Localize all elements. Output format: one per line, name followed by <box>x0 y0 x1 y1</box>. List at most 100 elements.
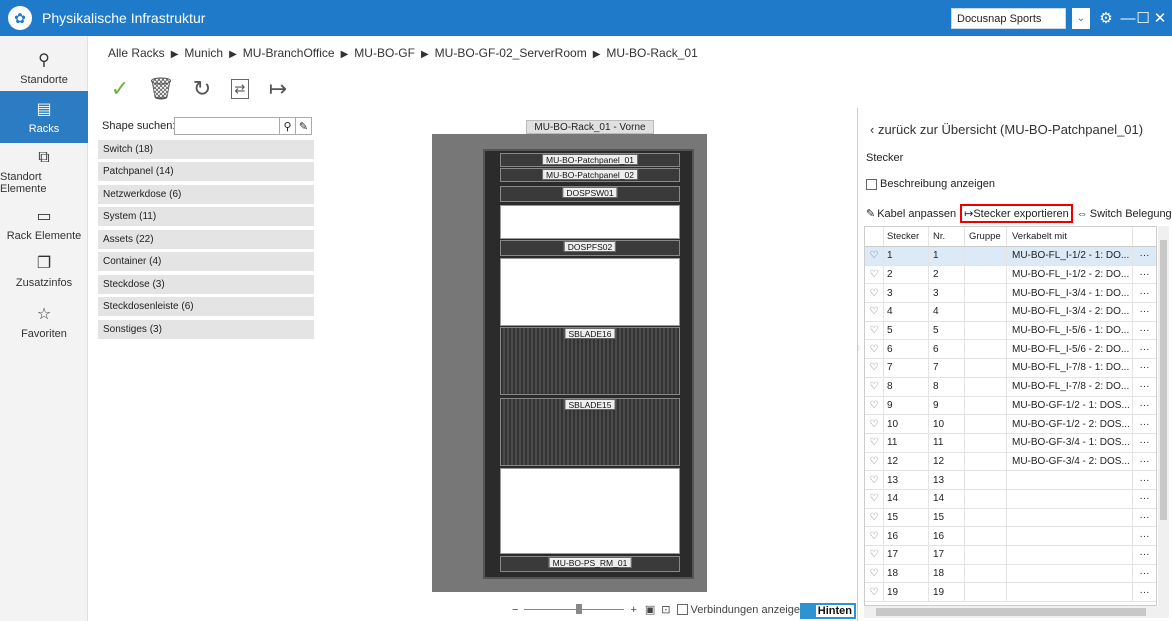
shape-category[interactable]: System (11) <box>98 207 314 226</box>
cell-verkabelt[interactable] <box>1006 508 1132 527</box>
row-more-button[interactable]: ··· <box>1132 284 1156 303</box>
cell-verkabelt[interactable]: MU-BO-FL_I-7/8 - 2: DO... <box>1006 377 1132 396</box>
adjust-cable-button[interactable]: Kabel anpassen <box>877 208 956 220</box>
cell-nr[interactable]: 8 <box>928 377 964 396</box>
table-row[interactable]: ♡ 19 19 ··· <box>865 583 1156 603</box>
shape-category[interactable]: Assets (22) <box>98 230 314 249</box>
export-plugs-button[interactable]: ↦Stecker exportieren <box>960 204 1073 223</box>
cell-nr[interactable]: 3 <box>928 284 964 303</box>
cell-nr[interactable]: 13 <box>928 471 964 489</box>
column-header-verkabelt[interactable]: Verkabelt mit <box>1006 227 1132 246</box>
profile-select[interactable]: Docusnap Sports <box>951 8 1066 29</box>
switch-assignment-button[interactable]: Switch Belegung <box>1090 208 1172 220</box>
row-more-button[interactable]: ··· <box>1132 564 1156 583</box>
row-more-button[interactable]: ··· <box>1132 303 1156 321</box>
cell-stecker[interactable]: 8 <box>883 377 928 396</box>
cell-stecker[interactable]: 14 <box>883 489 928 508</box>
cell-gruppe[interactable] <box>964 303 1006 321</box>
shape-category[interactable]: Steckdosenleiste (6) <box>98 297 314 316</box>
arrow-right-icon[interactable]: ↦ <box>266 76 290 101</box>
cell-verkabelt[interactable] <box>1006 489 1132 508</box>
row-more-button[interactable]: ··· <box>1132 527 1156 545</box>
table-row[interactable]: ♡ 18 18 ··· <box>865 564 1156 584</box>
scrollbar-thumb[interactable] <box>1160 240 1167 520</box>
row-more-button[interactable]: ··· <box>1132 340 1156 359</box>
nav-item-zusatzinfos[interactable]: ❐ Zusatzinfos <box>0 245 88 297</box>
breadcrumb-item[interactable]: Alle Racks <box>108 46 165 60</box>
cell-gruppe[interactable] <box>964 527 1006 545</box>
cell-stecker[interactable]: 16 <box>883 527 928 545</box>
close-button[interactable]: ✕ <box>1150 6 1170 30</box>
column-header-nr[interactable]: Nr. <box>928 227 964 246</box>
table-row[interactable]: ♡ 14 14 ··· <box>865 489 1156 509</box>
cell-gruppe[interactable] <box>964 583 1006 602</box>
horizontal-scrollbar[interactable] <box>864 606 1169 618</box>
table-row[interactable]: ♡ 17 17 ··· <box>865 546 1156 565</box>
table-row[interactable]: ♡ 6 6 MU-BO-FL_I-5/6 - 2: DO... ··· <box>865 340 1156 360</box>
table-row[interactable]: ♡ 11 11 MU-BO-GF-3/4 - 1: DOS... ··· <box>865 433 1156 453</box>
row-more-button[interactable]: ··· <box>1132 489 1156 508</box>
cell-nr[interactable]: 12 <box>928 452 964 471</box>
cell-gruppe[interactable] <box>964 377 1006 396</box>
cell-nr[interactable]: 15 <box>928 508 964 527</box>
table-row[interactable]: ♡ 13 13 ··· <box>865 471 1156 490</box>
cell-gruppe[interactable] <box>964 508 1006 527</box>
shape-category[interactable]: Patchpanel (14) <box>98 162 314 181</box>
cell-gruppe[interactable] <box>964 546 1006 564</box>
cell-verkabelt[interactable]: MU-BO-FL_I-1/2 - 2: DO... <box>1006 265 1132 284</box>
row-more-button[interactable]: ··· <box>1132 377 1156 396</box>
cell-gruppe[interactable] <box>964 396 1006 415</box>
fit-page-icon[interactable]: ▣ <box>645 603 655 616</box>
cell-stecker[interactable]: 6 <box>883 340 928 359</box>
breadcrumb-item-current[interactable]: MU-BO-Rack_01 <box>606 46 697 60</box>
cell-gruppe[interactable] <box>964 452 1006 471</box>
cell-stecker[interactable]: 4 <box>883 303 928 321</box>
cell-verkabelt[interactable]: MU-BO-GF-1/2 - 2: DOS... <box>1006 415 1132 433</box>
table-row[interactable]: ♡ 15 15 ··· <box>865 508 1156 528</box>
cell-gruppe[interactable] <box>964 415 1006 433</box>
cell-nr[interactable]: 2 <box>928 265 964 284</box>
cell-verkabelt[interactable]: MU-BO-FL_I-3/4 - 1: DO... <box>1006 284 1132 303</box>
table-row[interactable]: ♡ 16 16 ··· <box>865 527 1156 546</box>
cell-stecker[interactable]: 19 <box>883 583 928 602</box>
cell-stecker[interactable]: 1 <box>883 247 928 265</box>
cell-nr[interactable]: 14 <box>928 489 964 508</box>
cell-gruppe[interactable] <box>964 471 1006 489</box>
cell-verkabelt[interactable]: MU-BO-GF-1/2 - 1: DOS... <box>1006 396 1132 415</box>
shape-category[interactable]: Netzwerkdose (6) <box>98 185 314 204</box>
cell-stecker[interactable]: 18 <box>883 564 928 583</box>
shape-category[interactable]: Sonstiges (3) <box>98 320 314 339</box>
csv-export-icon[interactable]: ⇄ <box>231 79 249 99</box>
cell-nr[interactable]: 7 <box>928 359 964 377</box>
search-icon[interactable]: ⚲ <box>280 117 296 135</box>
row-more-button[interactable]: ··· <box>1132 452 1156 471</box>
cell-stecker[interactable]: 2 <box>883 265 928 284</box>
zoom-in-button[interactable]: + <box>630 604 636 616</box>
row-more-button[interactable]: ··· <box>1132 396 1156 415</box>
cell-verkabelt[interactable]: MU-BO-GF-3/4 - 2: DOS... <box>1006 452 1132 471</box>
row-more-button[interactable]: ··· <box>1132 508 1156 527</box>
table-row[interactable]: ♡ 10 10 MU-BO-GF-1/2 - 2: DOS... ··· <box>865 415 1156 434</box>
show-description-checkbox[interactable]: Beschreibung anzeigen <box>866 178 995 190</box>
cell-gruppe[interactable] <box>964 321 1006 340</box>
shape-category[interactable]: Switch (18) <box>98 140 314 159</box>
chevron-down-icon[interactable]: ⌄ <box>1072 8 1090 29</box>
back-to-overview-link[interactable]: ‹ zurück zur Übersicht (MU-BO-Patchpanel… <box>870 122 1143 137</box>
checkbox-icon[interactable] <box>676 604 688 615</box>
cell-nr[interactable]: 5 <box>928 321 964 340</box>
table-row[interactable]: ♡ 12 12 MU-BO-GF-3/4 - 2: DOS... ··· <box>865 452 1156 472</box>
column-header-stecker[interactable]: Stecker <box>883 227 928 246</box>
cell-gruppe[interactable] <box>964 284 1006 303</box>
table-row[interactable]: ♡ 2 2 MU-BO-FL_I-1/2 - 2: DO... ··· <box>865 265 1156 285</box>
shape-category[interactable]: Container (4) <box>98 252 314 271</box>
table-row[interactable]: ♡ 3 3 MU-BO-FL_I-3/4 - 1: DO... ··· <box>865 284 1156 304</box>
rack-unit-blade-15[interactable]: SBLADE15 <box>500 398 680 466</box>
rack-unit-patchpanel-02[interactable]: MU-BO-Patchpanel_02 <box>500 168 680 182</box>
nav-item-favoriten[interactable]: ☆ Favoriten <box>0 296 88 348</box>
zoom-slider[interactable] <box>524 604 625 614</box>
rack-unit-fileserver[interactable]: DOSPFS02 <box>500 240 680 256</box>
row-more-button[interactable]: ··· <box>1132 321 1156 340</box>
row-more-button[interactable]: ··· <box>1132 471 1156 489</box>
cell-nr[interactable]: 4 <box>928 303 964 321</box>
cell-stecker[interactable]: 15 <box>883 508 928 527</box>
